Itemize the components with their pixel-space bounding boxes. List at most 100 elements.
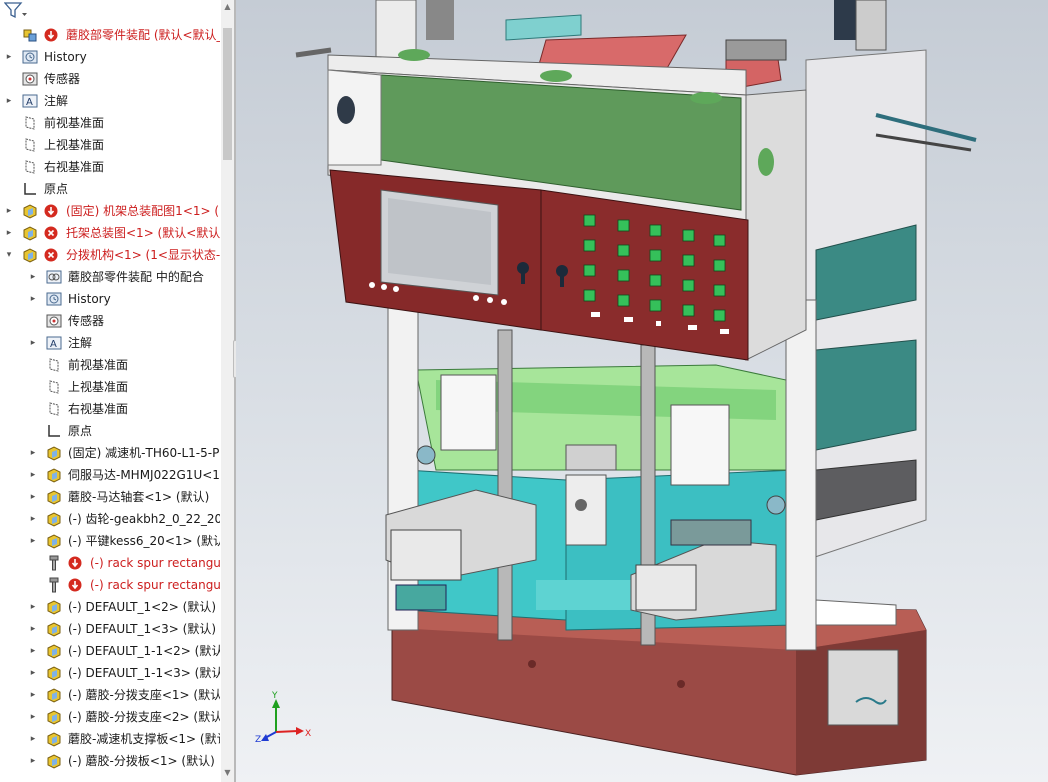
part-icon <box>46 621 62 637</box>
expand-arrow-icon[interactable]: ▸ <box>28 266 38 288</box>
expand-arrow-icon[interactable]: ▸ <box>28 706 38 728</box>
expand-arrow-icon[interactable]: ▸ <box>28 530 38 552</box>
tree-item-label: (固定) 减速机-TH60-L1-5-P <box>68 446 220 460</box>
scrollbar-thumb[interactable] <box>223 28 232 160</box>
tree-item-label: 托架总装图<1> (默认<默认 <box>66 226 220 240</box>
tree-item[interactable]: 右视基准面 <box>0 156 220 178</box>
tree-item[interactable]: ▸ (-) DEFAULT_1<3> (默认) <box>0 618 220 640</box>
expand-arrow-icon[interactable]: ▸ <box>4 222 14 244</box>
origin-icon <box>22 181 38 197</box>
scroll-down-arrow-icon[interactable]: ▼ <box>223 768 232 780</box>
tree-item-label: (-) 平键kess6_20<1> (默认 <box>68 534 220 548</box>
tree-filter-bar <box>0 0 220 24</box>
tree-item-label: (-) 蘑胶-分拨支座<2> (默认 <box>68 710 220 724</box>
part-icon <box>46 731 62 747</box>
expand-arrow-icon[interactable]: ▸ <box>28 508 38 530</box>
tree-item[interactable]: 传感器 <box>0 310 220 332</box>
expand-arrow-icon[interactable] <box>28 310 38 332</box>
tree-item[interactable]: ▸ A 注解 <box>0 90 220 112</box>
tree-scrollbar[interactable]: ▲ ▼ <box>221 0 234 782</box>
expand-arrow-icon[interactable] <box>4 112 14 134</box>
expand-arrow-icon[interactable] <box>4 68 14 90</box>
tree-item[interactable]: ▸ 蘑胶部零件装配 中的配合 <box>0 266 220 288</box>
graphics-viewport[interactable]: Y X Z <box>236 0 1048 782</box>
tree-item[interactable]: (-) rack spur rectangu <box>0 574 220 596</box>
expand-arrow-icon[interactable]: ▸ <box>28 640 38 662</box>
expand-arrow-icon[interactable]: ▸ <box>28 486 38 508</box>
expand-arrow-icon[interactable]: ▸ <box>28 728 38 750</box>
triad-x-label: X <box>305 729 311 739</box>
expand-arrow-icon[interactable] <box>4 178 14 200</box>
tree-item-label: 传感器 <box>68 314 105 328</box>
expand-arrow-icon[interactable] <box>28 420 38 442</box>
error-icon <box>44 27 60 43</box>
filter-icon[interactable] <box>4 2 28 20</box>
tree-item[interactable]: ▸ (固定) 机架总装配图1<1> ( <box>0 200 220 222</box>
tree-item[interactable]: ▸ 蘑胶-减速机支撑板<1> (默认 <box>0 728 220 750</box>
tree-item[interactable]: ▾ 分拨机构<1> (1<显示状态- <box>0 244 220 266</box>
scroll-up-arrow-icon[interactable]: ▲ <box>223 2 232 14</box>
expand-arrow-icon[interactable] <box>28 354 38 376</box>
view-triad: Y X Z <box>255 691 311 745</box>
tree-item[interactable]: 右视基准面 <box>0 398 220 420</box>
expand-arrow-icon[interactable] <box>28 376 38 398</box>
expand-arrow-icon[interactable]: ▸ <box>28 750 38 772</box>
tree-item[interactable]: 前视基准面 <box>0 354 220 376</box>
tree-item[interactable]: ▸ (-) 平键kess6_20<1> (默认 <box>0 530 220 552</box>
expand-arrow-icon[interactable]: ▸ <box>28 288 38 310</box>
expand-arrow-icon[interactable]: ▸ <box>28 332 38 354</box>
tree-item[interactable]: ▸ A 注解 <box>0 332 220 354</box>
expand-arrow-icon[interactable]: ▾ <box>4 244 14 266</box>
tree-item-label: 前视基准面 <box>68 358 129 372</box>
tree-item[interactable]: 传感器 <box>0 68 220 90</box>
history-icon <box>46 291 62 307</box>
tree-item[interactable]: 上视基准面 <box>0 376 220 398</box>
tree-item[interactable]: ▸ 蘑胶-马达轴套<1> (默认) <box>0 486 220 508</box>
tree-item[interactable]: ▸ (-) 蘑胶-分拨板<1> (默认) <box>0 750 220 772</box>
expand-arrow-icon[interactable]: ▸ <box>4 46 14 68</box>
control-panel-right <box>540 189 749 361</box>
tree-item[interactable]: ▸ (固定) 减速机-TH60-L1-5-P <box>0 442 220 464</box>
tree-item[interactable]: 上视基准面 <box>0 134 220 156</box>
tree-item[interactable]: ▸ History <box>0 46 220 68</box>
expand-arrow-icon[interactable] <box>28 574 38 596</box>
tree-item[interactable]: ▸ (-) DEFAULT_1<2> (默认) <box>0 596 220 618</box>
expand-arrow-icon[interactable] <box>4 134 14 156</box>
expand-arrow-icon[interactable]: ▸ <box>28 684 38 706</box>
tree-item-label: (-) DEFAULT_1<2> (默认) <box>68 600 217 614</box>
tree-item-label: (-) 蘑胶-分拨支座<1> (默认 <box>68 688 220 702</box>
tree-item[interactable]: ▸ History <box>0 288 220 310</box>
tree-item[interactable]: ▸ 伺服马达-MHMJ022G1U<1 <box>0 464 220 486</box>
part-icon <box>46 489 62 505</box>
expand-arrow-icon[interactable]: ▸ <box>28 618 38 640</box>
tree-item[interactable]: 原点 <box>0 420 220 442</box>
tree-item[interactable]: ▸ 托架总装图<1> (默认<默认 <box>0 222 220 244</box>
expand-arrow-icon[interactable]: ▸ <box>4 200 14 222</box>
tree-item[interactable]: ▸ (-) DEFAULT_1-1<2> (默认) <box>0 640 220 662</box>
tree-item-label: (-) DEFAULT_1<3> (默认) <box>68 622 217 636</box>
tree-item[interactable]: ▸ (-) 蘑胶-分拨支座<1> (默认 <box>0 684 220 706</box>
expand-arrow-icon[interactable]: ▸ <box>4 90 14 112</box>
tree-item[interactable]: ▸ (-) DEFAULT_1-1<3> (默认) <box>0 662 220 684</box>
assembly-model[interactable]: Y X Z <box>236 0 1048 782</box>
tree-item-label: (-) rack spur rectangu <box>90 556 220 570</box>
expand-arrow-icon[interactable] <box>4 156 14 178</box>
expand-arrow-icon[interactable] <box>28 398 38 420</box>
expand-arrow-icon[interactable]: ▸ <box>28 464 38 486</box>
tree-item-label: (-) 齿轮-geakbh2_0_22_20_ <box>68 512 220 526</box>
tree-item[interactable]: 原点 <box>0 178 220 200</box>
expand-arrow-icon[interactable]: ▸ <box>28 662 38 684</box>
tree-item[interactable]: 蘑胶部零件装配 (默认<默认_显 <box>0 24 220 46</box>
tree-item-label: 注解 <box>44 94 69 108</box>
tree-item[interactable]: (-) rack spur rectangu <box>0 552 220 574</box>
tree-item[interactable]: ▸ (-) 蘑胶-分拨支座<2> (默认 <box>0 706 220 728</box>
tree-item[interactable]: ▸ (-) 齿轮-geakbh2_0_22_20_ <box>0 508 220 530</box>
tree-item[interactable]: 前视基准面 <box>0 112 220 134</box>
expand-arrow-icon[interactable] <box>28 552 38 574</box>
tree-item-label: 上视基准面 <box>44 138 105 152</box>
error-icon <box>44 203 60 219</box>
expand-arrow-icon[interactable] <box>4 24 14 46</box>
expand-arrow-icon[interactable]: ▸ <box>28 442 38 464</box>
origin-icon <box>46 423 62 439</box>
expand-arrow-icon[interactable]: ▸ <box>28 596 38 618</box>
